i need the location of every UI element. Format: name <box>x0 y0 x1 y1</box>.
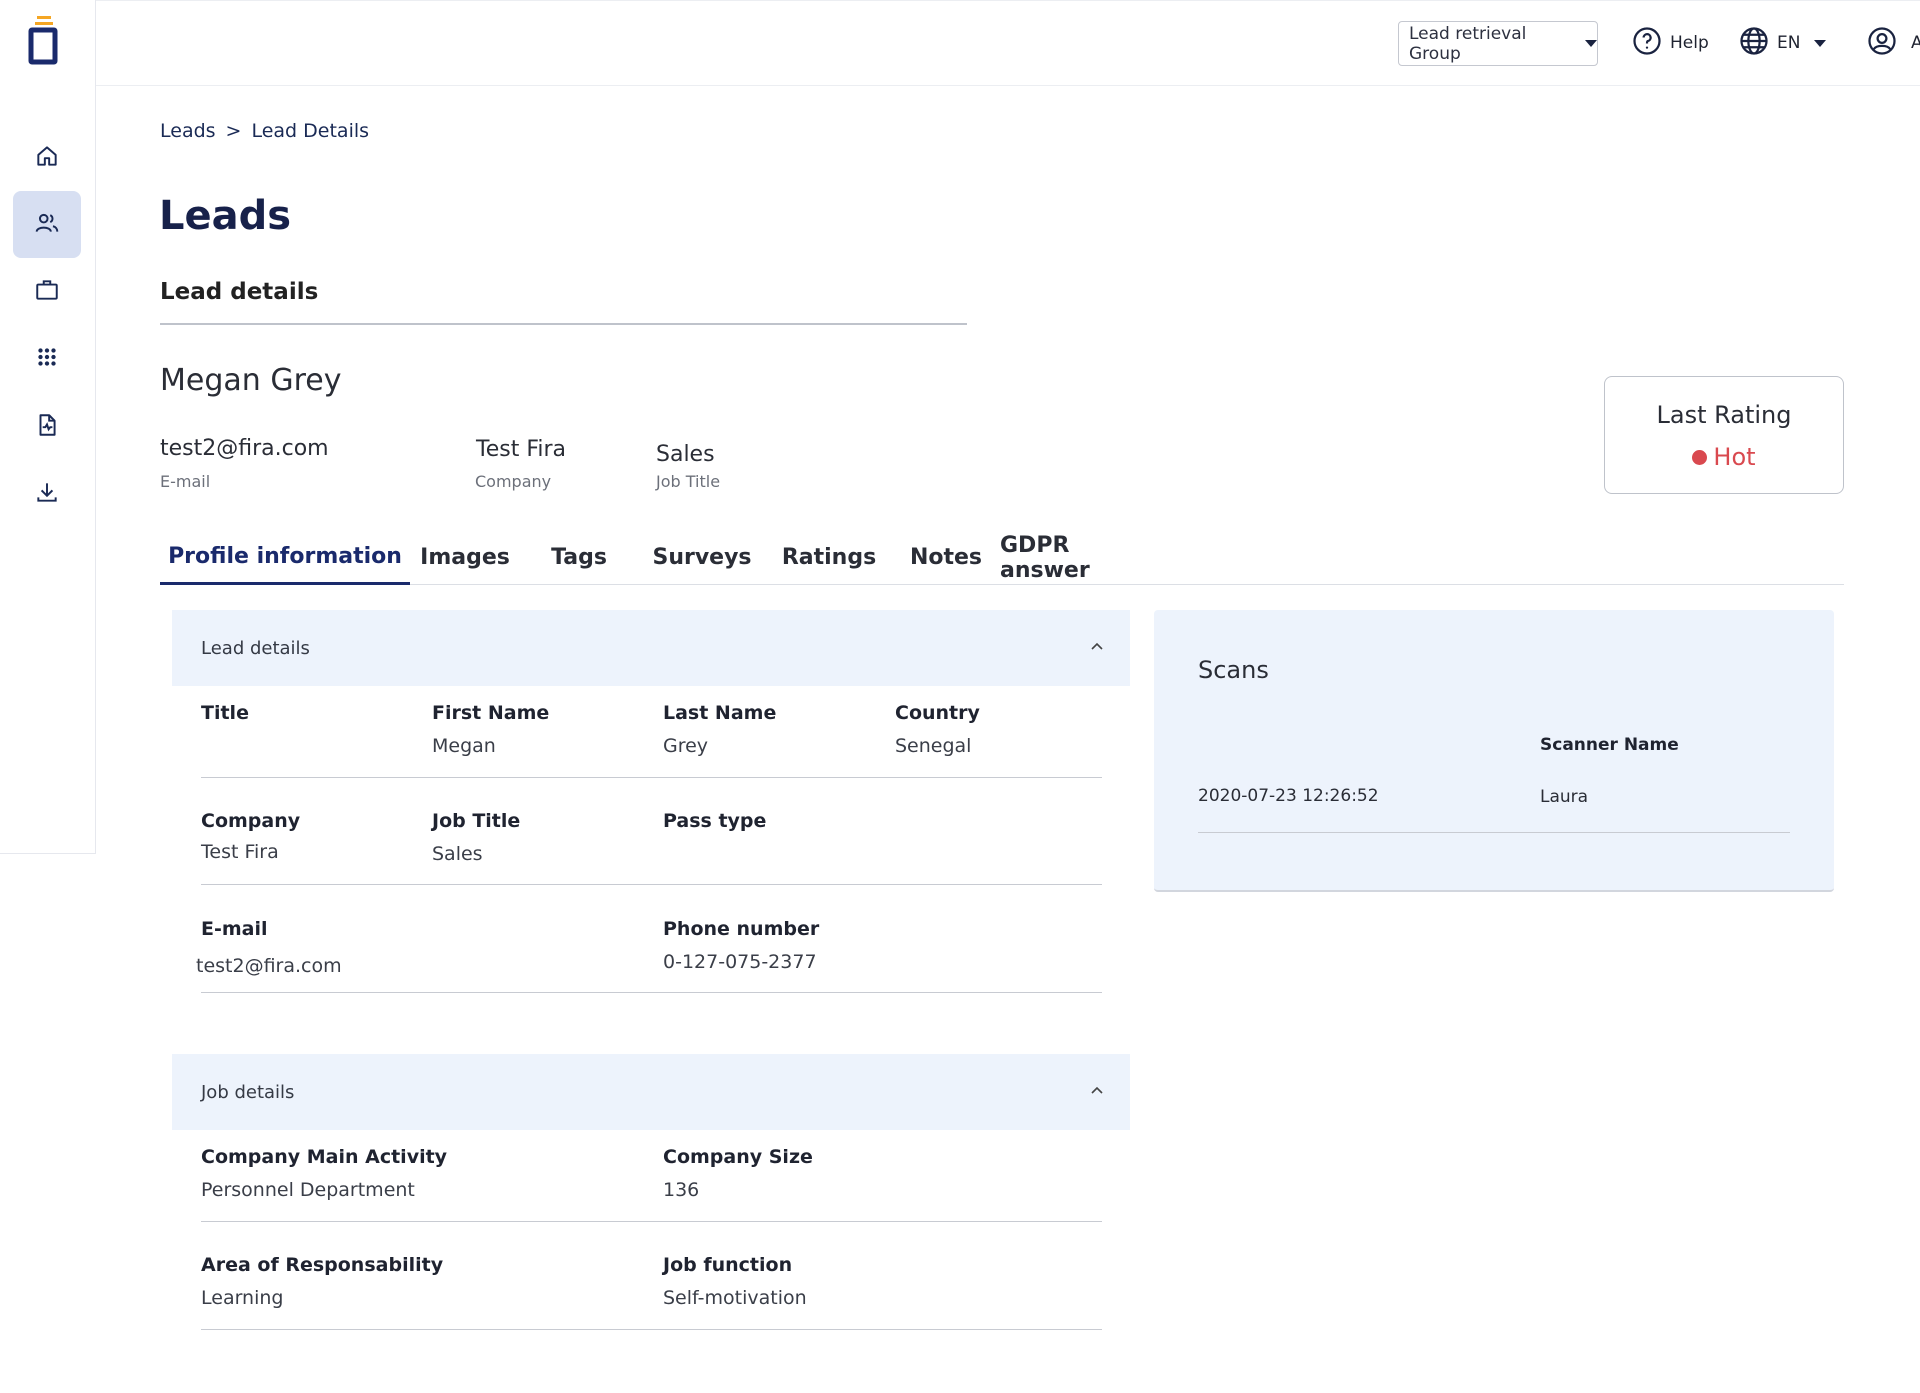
sidebar-item-exhibitors[interactable] <box>13 258 81 325</box>
sidebar-item-home[interactable] <box>13 124 81 191</box>
scanner-name-header: Scanner Name <box>1540 735 1679 755</box>
sidebar-item-leads[interactable] <box>13 191 81 258</box>
lead-job-title-value: Sales <box>656 442 715 467</box>
chevron-up-icon <box>1090 1082 1104 1096</box>
user-menu[interactable]: Ashley <box>1867 25 1920 61</box>
field-title-label: Title <box>201 702 249 724</box>
tab-notes[interactable]: Notes <box>892 530 1000 585</box>
breadcrumb-separator: > <box>225 120 242 142</box>
row-divider <box>201 884 1102 885</box>
field-first-name-label: First Name <box>432 702 550 724</box>
field-company-activity-value: Personnel Department <box>201 1179 415 1201</box>
job-details-panel-title: Job details <box>201 1081 295 1103</box>
chevron-up-icon <box>1090 638 1104 652</box>
field-company-size-label: Company Size <box>663 1146 813 1168</box>
field-phone-value: 0-127-075-2377 <box>663 951 817 973</box>
lead-name: Megan Grey <box>160 363 342 398</box>
field-company-activity-label: Company Main Activity <box>201 1146 448 1168</box>
field-country-label: Country <box>895 702 980 724</box>
page-title: Leads <box>159 193 292 239</box>
app-logo[interactable] <box>27 16 61 68</box>
top-bar: Lead retrieval Group Help EN Ashley <box>96 0 1920 86</box>
language-select[interactable]: EN <box>1739 25 1827 61</box>
last-rating-value: Hot <box>1605 443 1843 471</box>
field-email-value: test2@fira.com <box>196 955 342 977</box>
row-divider <box>201 1329 1102 1330</box>
field-last-name-label: Last Name <box>663 702 777 724</box>
field-company-value: Test Fira <box>201 841 279 863</box>
scan-row-divider <box>1198 832 1790 833</box>
job-details-panel-header[interactable]: Job details <box>172 1054 1130 1130</box>
group-select-value: Lead retrieval Group <box>1409 23 1527 64</box>
field-first-name-value: Megan <box>432 735 496 757</box>
breadcrumb: Leads > Lead Details <box>160 120 369 142</box>
tab-profile-information[interactable]: Profile information <box>160 530 410 585</box>
lead-details-panel-title: Lead details <box>201 637 310 659</box>
field-job-function-value: Self-motivation <box>663 1287 807 1309</box>
lead-email-label: E-mail <box>160 472 211 491</box>
apps-grid-icon <box>34 344 60 374</box>
breadcrumb-current: Lead Details <box>251 120 370 142</box>
tab-tags[interactable]: Tags <box>520 530 638 585</box>
users-icon <box>34 210 60 240</box>
help-button[interactable]: Help <box>1632 25 1709 61</box>
scan-date: 2020-07-23 12:26:52 <box>1198 786 1379 806</box>
help-label: Help <box>1670 33 1709 53</box>
row-divider <box>201 1221 1102 1222</box>
field-job-function-label: Job function <box>663 1254 793 1276</box>
group-select[interactable]: Lead retrieval Group <box>1398 21 1598 66</box>
sidebar-item-downloads[interactable] <box>13 460 81 527</box>
sidebar <box>0 0 96 854</box>
report-document-icon <box>34 412 60 442</box>
tab-bar: Profile information Images Tags Surveys … <box>160 530 1844 585</box>
download-icon <box>34 479 60 509</box>
lead-details-panel-header[interactable]: Lead details <box>172 610 1130 686</box>
sidebar-item-apps[interactable] <box>13 325 81 392</box>
caret-down-icon <box>1585 40 1597 47</box>
scan-scanner-name: Laura <box>1540 787 1589 807</box>
field-area-label: Area of Responsability <box>201 1254 444 1276</box>
user-name: Ashley <box>1911 33 1920 53</box>
language-value: EN <box>1777 33 1801 53</box>
tab-ratings[interactable]: Ratings <box>766 530 892 585</box>
field-email-label: E-mail <box>201 918 268 940</box>
field-pass-type-label: Pass type <box>663 810 767 832</box>
user-avatar-icon <box>1867 26 1911 61</box>
lead-email-value: test2@fira.com <box>160 436 329 461</box>
last-rating-title: Last Rating <box>1656 401 1792 429</box>
scans-title: Scans <box>1198 656 1269 684</box>
last-rating-text: Hot <box>1713 443 1756 471</box>
home-icon <box>34 143 60 173</box>
field-company-label: Company <box>201 810 301 832</box>
tab-images[interactable]: Images <box>410 530 520 585</box>
lead-job-title-label: Job Title <box>656 472 721 491</box>
field-job-title-value: Sales <box>432 843 483 865</box>
last-rating-card: Last Rating Hot <box>1604 376 1844 494</box>
briefcase-icon <box>34 277 60 307</box>
breadcrumb-leads-link[interactable]: Leads <box>160 120 216 142</box>
field-last-name-value: Grey <box>663 735 709 757</box>
row-divider <box>201 992 1102 993</box>
section-title: Lead details <box>160 279 319 305</box>
scans-card: Scans Scanner Name 2020-07-23 12:26:52 L… <box>1154 610 1834 892</box>
field-phone-label: Phone number <box>663 918 820 940</box>
tab-gdpr-answer[interactable]: GDPR answer <box>1000 530 1154 585</box>
field-company-size-value: 136 <box>663 1179 700 1201</box>
globe-icon <box>1739 26 1777 61</box>
field-country-value: Senegal <box>895 735 972 757</box>
rating-dot-icon <box>1692 449 1708 465</box>
row-divider <box>201 777 1102 778</box>
section-divider <box>160 323 967 325</box>
field-job-title-label: Job Title <box>432 810 521 832</box>
tab-surveys[interactable]: Surveys <box>638 530 766 585</box>
help-circle-icon <box>1632 26 1670 61</box>
field-area-value: Learning <box>201 1287 284 1309</box>
caret-down-icon <box>1814 39 1827 47</box>
sidebar-item-reports[interactable] <box>13 393 81 460</box>
lead-company-label: Company <box>475 472 552 491</box>
lead-company-value: Test Fira <box>476 437 567 462</box>
